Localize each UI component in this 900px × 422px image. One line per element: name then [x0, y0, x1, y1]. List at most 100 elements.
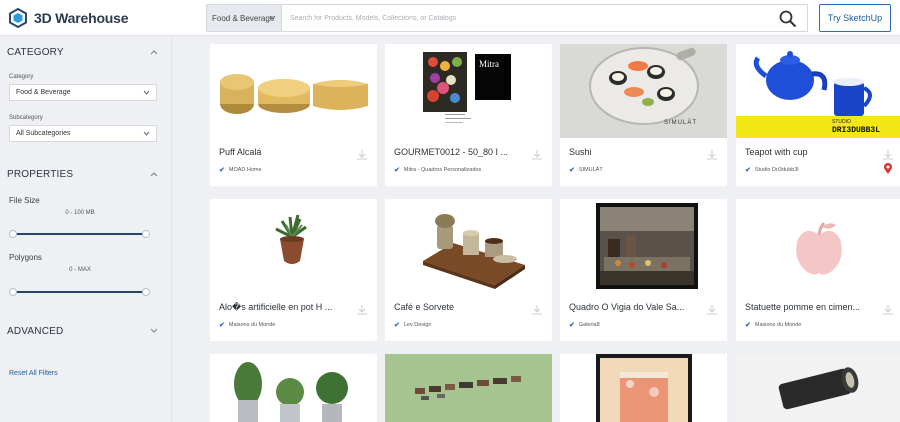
model-title[interactable]: Statuette pomme en cimen...: [745, 302, 875, 312]
model-thumbnail-gourmet[interactable]: Mitra: [385, 44, 552, 138]
model-card[interactable]: Alo�s artificielle en pot H ... ✔ Maison…: [210, 199, 377, 341]
model-thumbnail-landscape[interactable]: [385, 354, 552, 422]
model-author[interactable]: ✔ Lev Design: [394, 321, 431, 329]
model-title[interactable]: Puff Alcalá: [219, 147, 349, 157]
verified-check-icon: ✔: [745, 322, 751, 329]
category-dropdown[interactable]: Food & Beverage: [9, 84, 157, 101]
logo[interactable]: 3D Warehouse: [8, 8, 129, 28]
model-author[interactable]: ✔ Maisons du Monde: [219, 321, 275, 329]
model-card[interactable]: [736, 354, 900, 422]
chevron-up-icon[interactable]: [150, 171, 158, 177]
model-title[interactable]: Quadro O Vigia do Vale Sa...: [569, 302, 699, 312]
model-title[interactable]: Sushi: [569, 147, 699, 157]
model-author-name: Maisons du Monde: [228, 322, 276, 328]
model-title[interactable]: GOURMET0012 - 50_80 I ...: [394, 147, 524, 157]
verified-check-icon: ✔: [569, 322, 575, 329]
polygons-min-handle[interactable]: [9, 288, 17, 296]
studio-brand-text: STUDIO: [832, 119, 851, 125]
model-author-name: MOAD Home: [228, 167, 262, 173]
download-icon[interactable]: [706, 304, 718, 316]
verified-check-icon: ✔: [569, 167, 575, 174]
dri3dubb3l-brand-text: DRI3DUBB3L: [832, 126, 881, 135]
category-label: Category: [9, 74, 34, 80]
model-thumbnail-teapot[interactable]: STUDIO DRI3DUBB3L: [736, 44, 900, 138]
download-icon[interactable]: [356, 149, 368, 161]
model-title[interactable]: Café e Sorvete: [394, 302, 524, 312]
model-author[interactable]: ✔ SIMULÄT: [569, 166, 603, 174]
polygons-slider[interactable]: [9, 288, 150, 296]
model-thumbnail-sushi[interactable]: SIMULÄT: [560, 44, 727, 138]
chevron-down-icon: [269, 15, 276, 20]
properties-section-title[interactable]: PROPERTIES: [7, 169, 73, 180]
model-author[interactable]: ✔ Mitra - Quadros Personalizados: [394, 166, 481, 174]
search-box: [282, 4, 808, 32]
file-size-min-handle[interactable]: [9, 230, 17, 238]
model-thumbnail-cafe[interactable]: [385, 199, 552, 293]
filter-sidebar: CATEGORY Category Food & Beverage Subcat…: [0, 37, 172, 422]
chevron-down-icon: [143, 90, 150, 95]
model-thumbnail-puff[interactable]: [210, 44, 377, 138]
logo-text: 3D Warehouse: [34, 10, 129, 26]
download-icon[interactable]: [882, 149, 894, 161]
location-pin-icon[interactable]: [883, 163, 893, 175]
file-size-slider[interactable]: [9, 230, 150, 238]
model-author-name: SIMULÄT: [578, 167, 603, 173]
model-card[interactable]: Café e Sorvete ✔ Lev Design: [385, 199, 552, 341]
polygons-label: Polygons: [9, 253, 42, 262]
try-sketchup-button[interactable]: Try SketchUp: [819, 4, 891, 32]
verified-check-icon: ✔: [394, 322, 400, 329]
model-thumbnail-drink[interactable]: [560, 354, 727, 422]
model-card[interactable]: Mitra GOURMET0012 - 50_80 I ... ✔ Mitra …: [385, 44, 552, 186]
advanced-section-title[interactable]: ADVANCED: [7, 326, 63, 337]
file-size-range: 0 - 100 MB: [65, 210, 95, 216]
model-card[interactable]: [560, 354, 727, 422]
download-icon[interactable]: [882, 304, 894, 316]
file-size-max-handle[interactable]: [142, 230, 150, 238]
model-author[interactable]: ✔ Studio Dri3dubb3l: [745, 166, 799, 174]
chevron-down-icon[interactable]: [150, 328, 158, 334]
model-author[interactable]: ✔ MOAD Home: [219, 166, 262, 174]
search-input[interactable]: [282, 5, 762, 31]
download-icon[interactable]: [531, 304, 543, 316]
model-author-name: Maisons du Monde: [754, 322, 802, 328]
verified-check-icon: ✔: [745, 167, 751, 174]
chevron-up-icon[interactable]: [150, 49, 158, 55]
search-icon[interactable]: [779, 10, 797, 28]
category-section-title[interactable]: CATEGORY: [7, 47, 64, 58]
model-author-name: Mitra - Quadros Personalizados: [403, 167, 482, 173]
model-card[interactable]: [210, 354, 377, 422]
model-thumbnail-roll[interactable]: [736, 354, 900, 422]
model-thumbnail-statuette[interactable]: [736, 199, 900, 293]
model-author-name: Lev Design: [403, 322, 432, 328]
subcategory-label: Subcategory: [9, 115, 43, 121]
simulat-brand-text: SIMULÄT: [664, 120, 698, 126]
file-size-label: File Size: [9, 196, 40, 205]
verified-check-icon: ✔: [394, 167, 400, 174]
model-thumbnail-aloe[interactable]: [210, 199, 377, 293]
model-author[interactable]: ✔ Maisons du Monde: [745, 321, 801, 329]
reset-filters-link[interactable]: Reset All Filters: [9, 370, 58, 377]
model-card[interactable]: Quadro O Vigia do Vale Sa... ✔ Galeria8: [560, 199, 727, 341]
model-title[interactable]: Alo�s artificielle en pot H ...: [219, 302, 349, 313]
model-card[interactable]: [385, 354, 552, 422]
polygons-range: 0 - MAX: [69, 267, 91, 273]
model-card[interactable]: Puff Alcalá ✔ MOAD Home: [210, 44, 377, 186]
model-author-name: Galeria8: [578, 322, 600, 328]
download-icon[interactable]: [356, 304, 368, 316]
model-thumbnail-plants[interactable]: [210, 354, 377, 422]
download-icon[interactable]: [531, 149, 543, 161]
model-title[interactable]: Teapot with cup: [745, 147, 875, 157]
model-card[interactable]: SIMULÄT Sushi ✔ SIMULÄT: [560, 44, 727, 186]
category-select[interactable]: Food & Beverage: [206, 4, 282, 32]
model-card[interactable]: STUDIO DRI3DUBB3L Teapot with cup ✔ Stud…: [736, 44, 900, 186]
polygons-max-handle[interactable]: [142, 288, 150, 296]
top-header: 3D Warehouse Food & Beverage Try SketchU…: [0, 0, 900, 36]
chevron-down-icon: [143, 131, 150, 136]
verified-check-icon: ✔: [219, 322, 225, 329]
subcategory-dropdown[interactable]: All Subcategories: [9, 125, 157, 142]
model-thumbnail-quadro[interactable]: [560, 199, 727, 293]
model-author[interactable]: ✔ Galeria8: [569, 321, 600, 329]
download-icon[interactable]: [706, 149, 718, 161]
model-card[interactable]: Statuette pomme en cimen... ✔ Maisons du…: [736, 199, 900, 341]
subcategory-dropdown-value: All Subcategories: [16, 130, 71, 137]
